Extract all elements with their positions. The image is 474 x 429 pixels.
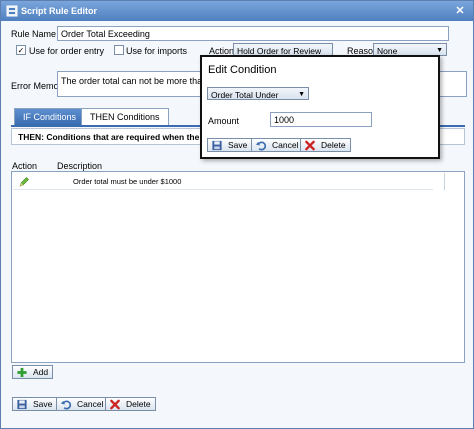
tab-then-conditions[interactable]: THEN Conditions <box>81 108 169 125</box>
conditions-grid: Order total must be under $1000 <box>11 171 465 363</box>
cancel-button-label: Cancel <box>77 399 104 409</box>
use-for-imports-label: Use for imports <box>126 46 188 56</box>
save-icon <box>17 399 27 410</box>
title-bar: Script Rule Editor ✕ <box>1 1 473 21</box>
undo-icon <box>255 141 267 151</box>
row-description: Order total must be under $1000 <box>73 177 182 186</box>
close-icon[interactable]: ✕ <box>453 4 467 18</box>
delete-button[interactable]: Delete <box>105 397 156 411</box>
condition-type-select[interactable]: Order Total Under ▼ <box>207 87 309 100</box>
script-rule-editor-window: Script Rule Editor ✕ Rule Name Order Tot… <box>0 0 474 429</box>
window-title: Script Rule Editor <box>21 6 98 16</box>
save-button[interactable]: Save <box>12 397 58 411</box>
use-for-order-entry-checkbox[interactable]: ✓ <box>16 45 26 55</box>
column-header-description: Description <box>57 161 103 171</box>
dialog-cancel-button[interactable]: Cancel <box>251 138 304 152</box>
rule-name-label: Rule Name <box>11 29 57 39</box>
dialog-delete-label: Delete <box>321 140 346 150</box>
column-divider <box>444 173 445 190</box>
column-header-action: Action <box>12 161 38 171</box>
amount-label: Amount <box>208 116 240 126</box>
use-for-order-entry-label: Use for order entry <box>29 46 105 56</box>
table-row[interactable]: Order total must be under $1000 <box>13 173 433 190</box>
add-condition-button[interactable]: Add <box>12 365 54 379</box>
save-icon <box>212 140 222 151</box>
chevron-down-icon: ▼ <box>436 47 443 54</box>
pencil-icon[interactable] <box>18 176 30 188</box>
delete-x-icon <box>305 140 315 151</box>
add-button-label: Add <box>33 367 49 377</box>
dialog-delete-button[interactable]: Delete <box>300 138 351 152</box>
delete-x-icon <box>110 399 120 410</box>
use-for-imports-checkbox[interactable] <box>114 45 124 55</box>
amount-input[interactable]: 1000 <box>270 112 372 127</box>
dialog-cancel-label: Cancel <box>272 140 299 150</box>
edit-condition-dialog: Edit Condition Order Total Under ▼ Amoun… <box>200 55 440 159</box>
error-memo-label: Error Memo <box>11 81 59 91</box>
dialog-save-button[interactable]: Save <box>207 138 253 152</box>
cancel-button[interactable]: Cancel <box>56 397 109 411</box>
chevron-down-icon: ▼ <box>298 91 305 98</box>
dialog-title: Edit Condition <box>208 64 277 76</box>
undo-icon <box>60 400 72 410</box>
tab-if-conditions[interactable]: IF Conditions <box>14 108 86 125</box>
add-icon <box>17 367 27 378</box>
dialog-save-label: Save <box>228 140 248 150</box>
delete-button-label: Delete <box>126 399 151 409</box>
condition-type-value: Order Total Under <box>211 90 279 100</box>
app-icon <box>6 5 18 17</box>
rule-name-input[interactable]: Order Total Exceeding <box>57 26 449 41</box>
save-button-label: Save <box>33 399 53 409</box>
